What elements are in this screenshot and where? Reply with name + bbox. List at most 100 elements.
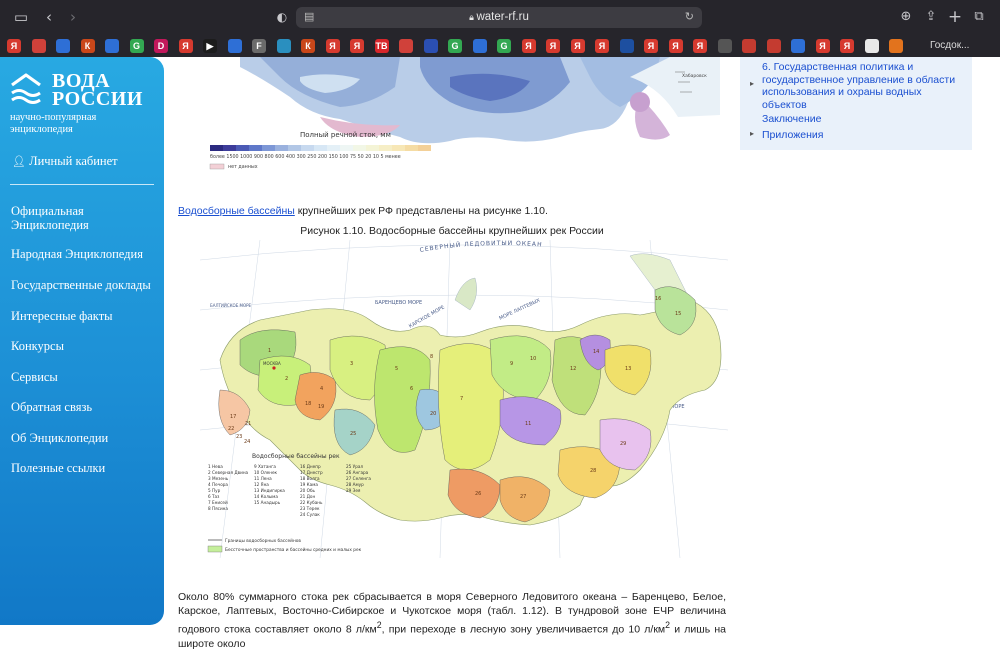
favorite-6-icon[interactable]: G [129, 39, 144, 53]
favorite-4-icon[interactable]: К [80, 39, 95, 53]
tab-overview-icon[interactable]: ⧉ [968, 0, 990, 34]
favorite-1-icon[interactable]: Я [7, 39, 21, 53]
nav-item-official-encyclopedia[interactable]: Официальная Энциклопедия [11, 204, 121, 232]
legend-entry: 10 Оленек [254, 470, 278, 475]
favorite-17-icon[interactable] [399, 39, 413, 53]
favorite-27-icon[interactable]: Я [644, 39, 658, 53]
favorite-16-icon[interactable]: ТВ [374, 39, 389, 53]
baltic-sea-label: БАЛТИЙСКОЕ МОРЕ [210, 303, 252, 308]
favorite-24-icon[interactable]: Я [570, 39, 585, 53]
favorite-11-icon[interactable]: F [252, 39, 266, 53]
address-bar[interactable]: ▤ 🔒︎ water-rf.ru ↻ [296, 7, 702, 28]
sidebar-divider [10, 184, 154, 185]
favorite-5-icon[interactable] [105, 39, 119, 53]
favorite-15-icon[interactable]: Я [350, 39, 364, 53]
region-29-label: 29 [620, 441, 626, 447]
favorite-30-icon[interactable] [717, 39, 732, 53]
download-icon[interactable]: ⊕ [895, 0, 917, 34]
body-paragraph: Около 80% суммарного стока рек сбрасывае… [178, 590, 726, 651]
map1-title: Полный речной сток, мм [300, 131, 391, 139]
legend-title: Водосборные бассейны рек [252, 453, 340, 460]
favorite-31-icon[interactable] [742, 39, 756, 53]
legend-entry: 6 Таз [208, 494, 219, 499]
scale-swatch [366, 145, 379, 151]
toc-expand-icon-2[interactable]: ▸ [750, 129, 754, 138]
catchment-basins-link[interactable]: Водосборные бассейны [178, 205, 295, 217]
toc-item-appendices[interactable]: Приложения [762, 129, 823, 142]
region-10-label: 10 [530, 356, 536, 362]
favorite-12-icon[interactable] [276, 39, 291, 53]
legend-entry: 20 Обь [300, 488, 316, 493]
legend-entry: 29 Зея [346, 488, 361, 493]
favorite-8-icon[interactable]: Я [178, 39, 193, 53]
favorite-18-icon[interactable] [423, 39, 438, 53]
favorite-20-icon[interactable] [472, 39, 487, 53]
new-tab-icon[interactable]: + [944, 0, 966, 34]
personal-account-label: Личный кабинет [29, 154, 118, 168]
sidebar-toggle-icon[interactable]: ▭ [10, 0, 32, 34]
favorite-29-icon[interactable]: Я [693, 39, 707, 53]
favorite-37-icon[interactable] [889, 39, 903, 53]
favorite-13-icon[interactable]: К [301, 39, 315, 53]
body-text-part2: , при переходе в лесную зону увеличивает… [381, 623, 666, 636]
favorite-32-icon[interactable] [766, 39, 781, 53]
favorite-14-icon[interactable]: Я [325, 39, 340, 53]
nav-item-feedback[interactable]: Обратная связь [11, 400, 161, 414]
favorite-3-icon[interactable] [56, 39, 70, 53]
privacy-shield-icon[interactable]: ◐ [271, 0, 293, 34]
favorite-22-icon[interactable]: Я [521, 39, 536, 53]
favorite-19-icon[interactable]: G [448, 39, 462, 53]
scale-swatch [392, 145, 405, 151]
nav-item-useful-links[interactable]: Полезные ссылки [11, 461, 161, 475]
forward-icon[interactable]: › [62, 0, 84, 34]
scale-swatch [288, 145, 301, 151]
favorite-10-icon[interactable] [227, 39, 242, 53]
favorite-26-icon[interactable] [619, 39, 634, 53]
favorite-7-icon[interactable]: D [154, 39, 168, 53]
share-icon[interactable]: ⇪ [920, 0, 942, 34]
favorite-36-icon[interactable] [864, 39, 879, 53]
nav-item-public-encyclopedia[interactable]: Народная Энциклопедия [11, 247, 161, 261]
url-text: 🔒︎ water-rf.ru [296, 7, 702, 28]
back-icon[interactable]: ‹ [38, 0, 60, 34]
intro-paragraph: Водосборные бассейны крупнейших рек РФ п… [178, 205, 548, 217]
site-logo[interactable]: ВОДА РОССИИ научно-популярная энциклопед… [10, 70, 160, 141]
favorite-33-icon[interactable] [791, 39, 805, 53]
legend-entry: 17 Днестр [300, 470, 323, 475]
nav-item-services[interactable]: Сервисы [11, 370, 161, 384]
toc-expand-icon[interactable]: ▸ [750, 79, 754, 88]
toc-item-conclusion[interactable]: Заключение [762, 113, 821, 126]
favorites-bar: Я К G D Я ▶ F К Я Я ТВ G G Я Я Я Я Я Я Я Я Я Госдок... [0, 36, 1000, 57]
legend-entry: 21 Дон [300, 494, 315, 499]
scale-swatch [223, 145, 236, 151]
region-2-label: 2 [285, 376, 288, 382]
favorite-21-icon[interactable]: G [497, 39, 511, 53]
favorite-23-icon[interactable]: Я [546, 39, 560, 53]
favorite-28-icon[interactable]: Я [668, 39, 683, 53]
favorite-2-icon[interactable] [31, 39, 46, 53]
toc-item-state-policy[interactable]: 6. Государственная политика и государств… [762, 61, 962, 111]
figure-caption: Рисунок 1.10. Водосборные бассейны крупн… [300, 225, 604, 237]
favorite-25-icon[interactable]: Я [595, 39, 609, 53]
personal-account-link[interactable]: 👤︎ Личный кабинет [12, 154, 118, 169]
region-7-label: 7 [460, 396, 463, 402]
legend-entry: 7 Енисей [208, 500, 228, 505]
favorite-gosdok[interactable]: Госдок... [930, 38, 969, 54]
map1-label: Хабаровск [682, 73, 707, 79]
reload-icon[interactable]: ↻ [685, 7, 694, 28]
region-13-label: 13 [625, 366, 631, 372]
favorite-35-icon[interactable]: Я [840, 39, 854, 53]
nav-item-contests[interactable]: Конкурсы [11, 339, 161, 353]
favorite-9-icon[interactable]: ▶ [203, 39, 217, 53]
region-15-label: 15 [675, 311, 681, 317]
favorite-34-icon[interactable]: Я [815, 39, 830, 53]
logo-subtitle: научно-популярная энциклопедия [10, 112, 97, 135]
nav-item-interesting-facts[interactable]: Интересные факты [11, 309, 161, 323]
nav-item-state-reports[interactable]: Государственные доклады [11, 278, 161, 292]
nav-item-about[interactable]: Об Энциклопедии [11, 431, 161, 445]
region-19-label: 19 [318, 404, 324, 410]
legend-entry: 1 Нева [208, 464, 223, 469]
legend-entry: 2 Северная Двина [208, 470, 249, 475]
legend-entry: 3 Мезень [208, 476, 229, 481]
legend-entry: 19 Кама [300, 482, 318, 487]
